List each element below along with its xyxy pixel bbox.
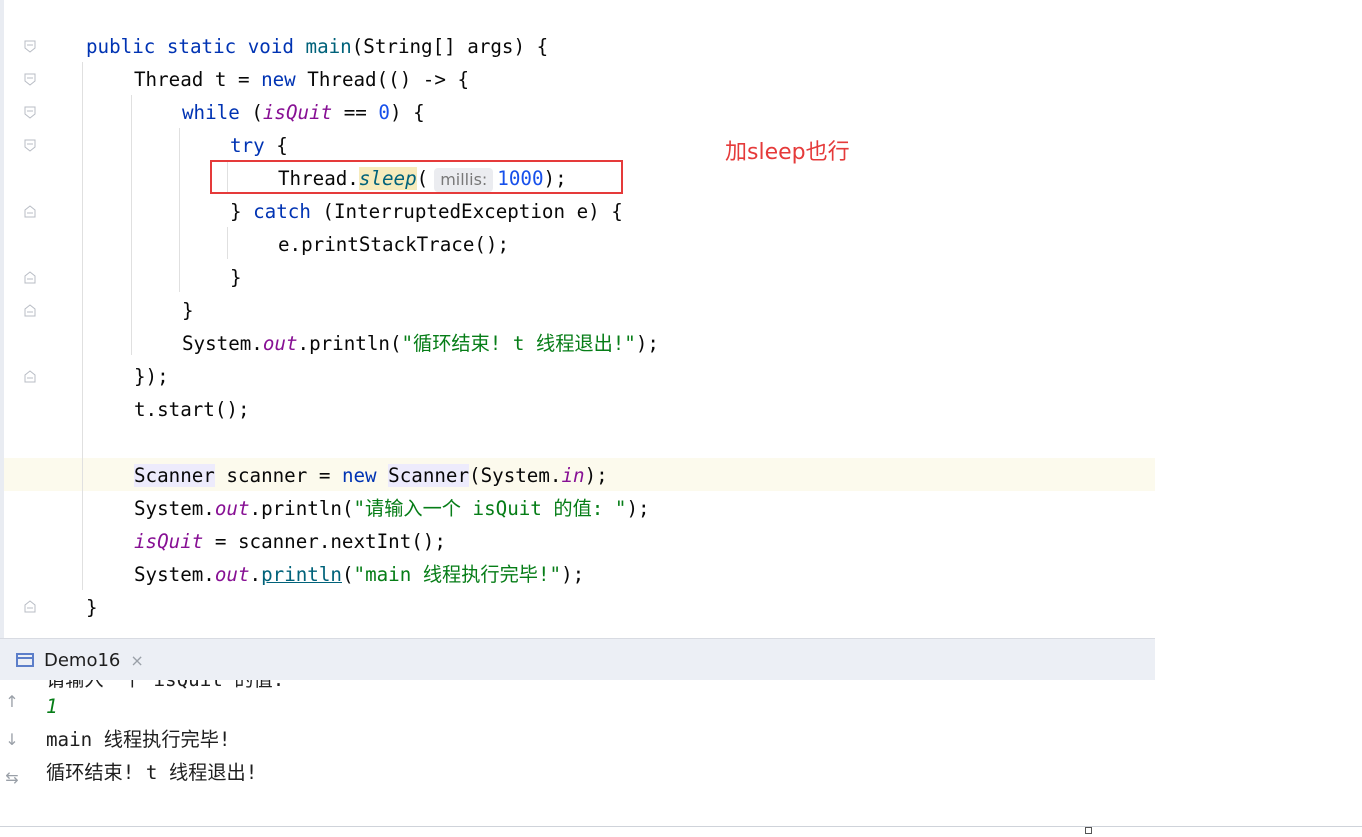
code-line-start: t.start(); <box>134 398 250 421</box>
console-icon <box>16 653 34 667</box>
console-line: main 线程执行完毕! <box>46 728 231 751</box>
code-line-scanner: Scanner scanner = new Scanner(System.in)… <box>134 464 608 487</box>
scroll-up-icon[interactable]: ↑ <box>4 692 20 711</box>
code-editor[interactable]: public static void main(String[] args) {… <box>0 0 1155 638</box>
fold-close-icon[interactable] <box>24 303 36 317</box>
code-line-catch: } catch (InterruptedException e) { <box>230 200 623 223</box>
fold-open-icon[interactable] <box>24 73 36 87</box>
code-line-printstack: e.printStackTrace(); <box>278 233 510 256</box>
indent-guide <box>82 62 83 590</box>
code-line-assign: isQuit = scanner.nextInt(); <box>134 530 446 553</box>
code-line-lambda-close: }); <box>134 365 169 388</box>
console-line: 循环结束! t 线程退出! <box>46 761 258 784</box>
tab-demo16[interactable]: Demo16 × <box>0 639 144 681</box>
indent-guide <box>131 95 132 355</box>
code-line-close: } <box>230 266 242 289</box>
console-line-partial: 请输入一个 isQuit 的值: <box>46 680 284 690</box>
bottom-border <box>0 826 1362 837</box>
fold-close-icon[interactable] <box>24 369 36 383</box>
code-line-close-main: } <box>86 596 98 619</box>
fold-open-icon[interactable] <box>24 139 36 153</box>
fold-open-icon[interactable] <box>24 40 36 54</box>
code-line-main: public static void main(String[] args) { <box>86 35 549 58</box>
resize-handle[interactable] <box>1085 827 1092 834</box>
fold-close-icon[interactable] <box>24 270 36 284</box>
run-tool-window-header: Demo16 × <box>0 638 1155 680</box>
code-line-prompt: System.out.println("请输入一个 isQuit 的值: "); <box>134 497 650 520</box>
indent-guide <box>179 128 180 292</box>
close-icon[interactable]: × <box>130 651 143 670</box>
code-line-while: while (isQuit == 0) { <box>182 101 425 124</box>
fold-open-icon[interactable] <box>24 106 36 120</box>
code-line-println-loop: System.out.println("循环结束! t 线程退出!"); <box>182 332 659 355</box>
fold-close-icon[interactable] <box>24 599 36 613</box>
annotation-text: 加sleep也行 <box>725 140 850 165</box>
console-output[interactable]: ↑ ↓ ⇆ 1 main 线程执行完毕! 循环结束! t 线程退出! <box>0 680 1155 826</box>
scroll-down-icon[interactable]: ↓ <box>4 730 20 749</box>
code-line-close: } <box>182 299 194 322</box>
tab-label: Demo16 <box>44 649 121 671</box>
code-line-thread: Thread t = new Thread(() -> { <box>134 68 470 91</box>
fold-close-icon[interactable] <box>24 204 36 218</box>
code-line-main-done: System.out.println("main 线程执行完毕!"); <box>134 563 585 586</box>
soft-wrap-icon[interactable]: ⇆ <box>4 768 20 787</box>
code-line-try: try { <box>230 134 288 157</box>
indent-guide <box>227 227 228 259</box>
console-line-input: 1 <box>46 695 58 718</box>
annotation-highlight-box <box>210 160 623 194</box>
